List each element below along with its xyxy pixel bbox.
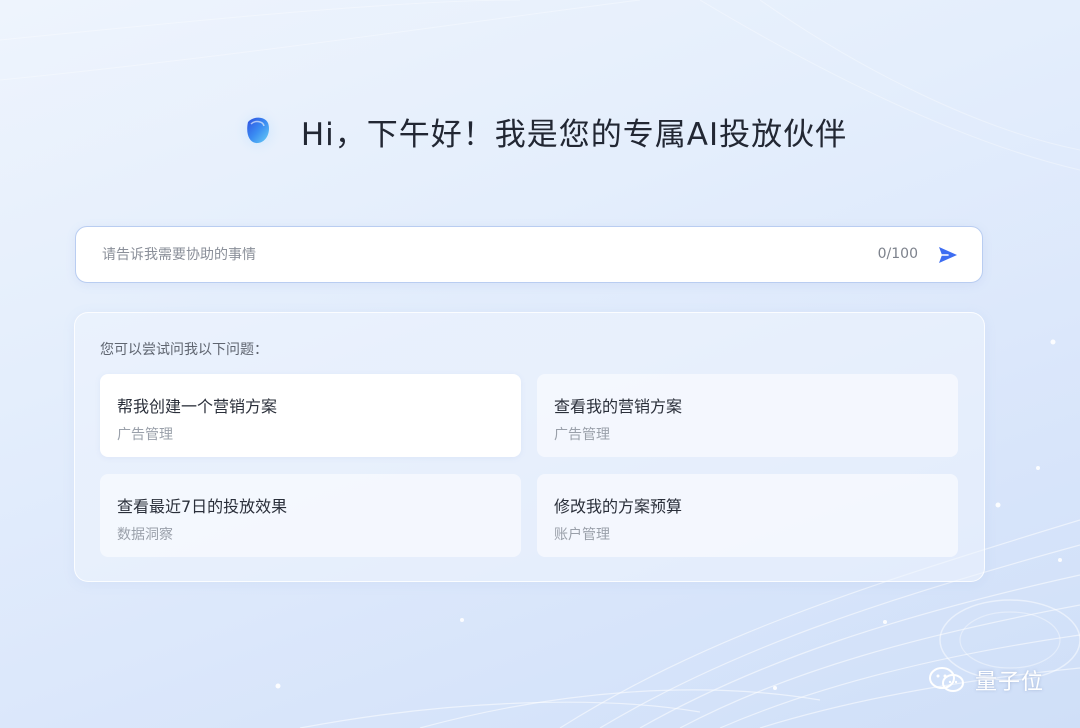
wechat-icon [928, 667, 964, 692]
suggestion-card-create-plan[interactable]: 帮我创建一个营销方案 广告管理 [100, 374, 521, 457]
watermark-text: 量子位 [974, 670, 1044, 695]
send-icon [939, 247, 957, 263]
suggestion-title: 修改我的方案预算 [554, 497, 683, 516]
ai-assistant-logo-icon [232, 106, 283, 156]
suggestion-title: 帮我创建一个营销方案 [117, 397, 278, 416]
suggestion-category: 账户管理 [554, 527, 610, 543]
page-title: Hi，下午好！我是您的专属AI投放伙伴 [300, 116, 848, 153]
send-button[interactable] [936, 243, 960, 267]
greeting-header: Hi，下午好！我是您的专属AI投放伙伴 [0, 106, 1080, 156]
suggestion-title: 查看最近7日的投放效果 [117, 497, 288, 516]
suggestion-category: 广告管理 [117, 427, 173, 443]
search-box: 0/100 [75, 226, 983, 283]
suggestion-card-edit-budget[interactable]: 修改我的方案预算 账户管理 [537, 474, 958, 557]
character-counter: 0/100 [877, 246, 918, 262]
watermark: 量子位 [927, 664, 1044, 696]
suggestions-title: 您可以尝试问我以下问题： [100, 342, 268, 358]
suggestion-category: 数据洞察 [117, 527, 173, 543]
suggestion-category: 广告管理 [554, 427, 610, 443]
suggestion-card-view-performance[interactable]: 查看最近7日的投放效果 数据洞察 [100, 474, 521, 557]
suggestion-title: 查看我的营销方案 [554, 397, 683, 416]
suggestion-card-view-plans[interactable]: 查看我的营销方案 广告管理 [537, 374, 958, 457]
search-input[interactable] [100, 227, 864, 283]
suggestions-panel: 您可以尝试问我以下问题： 帮我创建一个营销方案 广告管理 查看我的营销方案 广告… [74, 312, 985, 582]
